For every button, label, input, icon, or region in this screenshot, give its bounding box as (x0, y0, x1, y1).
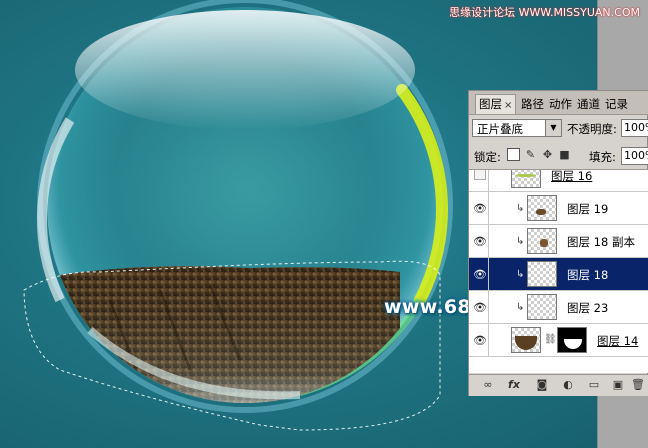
visibility-toggle[interactable]: 👁 (469, 291, 489, 323)
fill-label: 填充: (589, 150, 616, 164)
clipping-arrow-icon: ↳ (516, 236, 525, 247)
layer-name[interactable]: 图层 16 (551, 170, 592, 184)
trash-icon[interactable]: 🗑 (631, 378, 645, 392)
lock-transparency-icon[interactable] (507, 148, 520, 161)
eye-icon[interactable]: 👁 (473, 268, 487, 281)
tab-layers[interactable]: 图层 × (475, 94, 517, 114)
layer-row[interactable]: 👁 ⛓ 图层 14 (469, 324, 648, 357)
chevron-down-icon[interactable]: ▼ (545, 120, 561, 136)
layer-name[interactable]: 图层 14 (597, 333, 638, 349)
link-icon[interactable]: ∞ (481, 378, 495, 392)
layer-row[interactable]: 👁 ↳ 图层 19 (469, 192, 648, 225)
eye-icon[interactable]: 👁 (473, 202, 487, 215)
lock-brush-icon[interactable]: ✎ (524, 148, 537, 161)
layer-name[interactable]: 图层 18 副本 (567, 234, 635, 250)
layers-list: 图层 16 👁 ↳ 图层 19 👁 ↳ 图层 18 副本 👁 ↳ 图层 18 👁… (469, 169, 648, 373)
layers-panel: 图层× 路径 动作 通道 记录 正片叠底 ▼ 不透明度: 100% 锁定: ✎ … (468, 90, 648, 396)
link-chain-icon[interactable]: ⛓ (544, 334, 557, 345)
visibility-off-icon[interactable] (474, 170, 486, 180)
visibility-toggle[interactable]: 👁 (469, 192, 489, 224)
layer-thumbnail (527, 294, 557, 320)
clipping-arrow-icon: ↳ (516, 302, 525, 313)
new-layer-icon[interactable]: ▣ (611, 378, 625, 392)
layer-row[interactable]: 👁 ↳ 图层 18 副本 (469, 225, 648, 258)
blend-mode-value: 正片叠底 (477, 122, 523, 136)
panel-tabs: 图层 × 路径 动作 通道 记录 (469, 91, 648, 115)
blend-mode-select[interactable]: 正片叠底 ▼ (472, 119, 562, 137)
layer-name[interactable]: 图层 19 (567, 201, 608, 217)
layer-row[interactable]: 图层 16 (469, 170, 648, 192)
watermark-top: 思缘设计论坛 WWW.MISSYUAN.COM (449, 6, 640, 19)
tab-channels[interactable]: 通道 (577, 95, 600, 115)
opacity-label: 不透明度: (567, 122, 617, 136)
tab-close-icon[interactable]: × (504, 100, 512, 111)
fx-icon[interactable]: fx (507, 378, 521, 392)
visibility-toggle[interactable] (469, 170, 489, 191)
clipping-arrow-icon: ↳ (516, 269, 525, 280)
layer-name[interactable]: 图层 18 (567, 267, 608, 283)
tab-paths[interactable]: 路径 (521, 95, 544, 115)
visibility-toggle[interactable]: 👁 (469, 324, 489, 356)
adjustment-icon[interactable]: ◐ (561, 378, 575, 392)
tab-actions[interactable]: 动作 (549, 95, 572, 115)
layer-row[interactable]: 👁 ↳ 图层 18 (469, 258, 648, 291)
lock-all-icon[interactable]: ■ (558, 148, 571, 161)
eye-icon[interactable]: 👁 (473, 235, 487, 248)
folder-icon[interactable]: ▭ (587, 378, 601, 392)
layer-name[interactable]: 图层 23 (567, 300, 608, 316)
layer-thumbnail (511, 327, 541, 353)
clipping-arrow-icon: ↳ (516, 203, 525, 214)
eye-icon[interactable]: 👁 (473, 334, 487, 347)
mask-icon[interactable]: ◙ (535, 378, 549, 392)
visibility-toggle[interactable]: 👁 (469, 225, 489, 257)
tab-history[interactable]: 记录 (605, 95, 628, 115)
layer-thumbnail (527, 195, 557, 221)
fill-input[interactable]: 100% (621, 147, 648, 165)
lock-label: 锁定: (474, 150, 501, 164)
layer-thumbnail (527, 261, 557, 287)
panel-footer: ∞ fx ◙ ◐ ▭ ▣ 🗑 (469, 374, 648, 396)
lock-move-icon[interactable]: ✥ (541, 148, 554, 161)
eye-icon[interactable]: 👁 (473, 301, 487, 314)
layer-row[interactable]: 👁 ↳ 图层 23 (469, 291, 648, 324)
layer-thumbnail (511, 170, 541, 188)
bubble-top-highlight (75, 10, 415, 130)
opacity-input[interactable]: 100% (621, 119, 648, 137)
layer-mask-thumbnail[interactable] (557, 327, 587, 353)
layer-thumbnail (527, 228, 557, 254)
visibility-toggle[interactable]: 👁 (469, 258, 489, 290)
